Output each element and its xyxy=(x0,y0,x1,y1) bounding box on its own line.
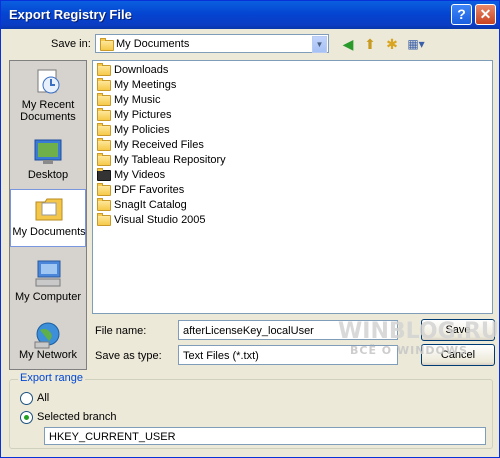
branch-input[interactable]: HKEY_CURRENT_USER xyxy=(44,427,486,445)
window-title: Export Registry File xyxy=(9,7,132,22)
back-icon[interactable]: ◀ xyxy=(339,35,357,53)
file-name: SnagIt Catalog xyxy=(114,199,187,211)
places-bar: My Recent Documents Desktop My Documents xyxy=(9,60,87,370)
chevron-down-icon[interactable]: ▼ xyxy=(312,36,327,53)
list-item[interactable]: My Meetings xyxy=(97,78,297,93)
list-item[interactable]: SnagIt Catalog xyxy=(97,198,297,213)
list-item[interactable]: My Tableau Repository xyxy=(97,153,297,168)
export-registry-dialog: Export Registry File ? ✕ Save in: My Doc… xyxy=(0,0,500,458)
folder-icon xyxy=(97,138,111,151)
file-name: My Meetings xyxy=(114,79,177,91)
folder-icon xyxy=(97,153,111,166)
save-as-type-value: Text Files (*.txt) xyxy=(183,350,259,362)
file-name: My Pictures xyxy=(114,109,172,121)
folder-icon xyxy=(97,78,111,91)
place-my-network[interactable]: My Network xyxy=(10,317,86,369)
save-in-label: Save in: xyxy=(51,38,91,50)
folder-icon xyxy=(97,63,111,76)
export-range-group: Export range All Selected branch HKEY_CU… xyxy=(9,372,493,449)
place-label: My Recent Documents xyxy=(20,99,76,123)
file-name: Downloads xyxy=(114,64,169,76)
my-network-icon xyxy=(34,322,60,349)
place-desktop[interactable]: Desktop xyxy=(10,133,86,183)
pictures-folder-icon xyxy=(97,108,111,121)
place-my-computer[interactable]: My Computer xyxy=(10,255,86,311)
watermark-subtitle: ВСЁ О WINDOWS xyxy=(350,344,468,357)
desktop-icon xyxy=(34,139,62,164)
list-item[interactable]: My Policies xyxy=(97,123,297,138)
folder-icon xyxy=(97,213,111,226)
list-item[interactable]: My Videos xyxy=(97,168,297,183)
list-item[interactable]: Visual Studio 2005 xyxy=(97,213,297,228)
list-item[interactable]: Downloads xyxy=(97,63,297,78)
file-name: My Tableau Repository xyxy=(114,154,226,166)
title-bar[interactable]: Export Registry File ? ✕ xyxy=(1,1,499,29)
file-name-value: afterLicenseKey_localUser xyxy=(183,325,314,337)
file-name: My Received Files xyxy=(114,139,204,151)
place-label: My Documents xyxy=(12,226,86,238)
list-item[interactable]: My Music xyxy=(97,93,297,108)
place-label: Desktop xyxy=(27,169,69,181)
my-documents-icon xyxy=(35,198,63,221)
branch-value: HKEY_CURRENT_USER xyxy=(49,431,176,443)
help-button[interactable]: ? xyxy=(451,4,472,25)
folder-icon xyxy=(97,198,111,211)
my-documents-small-icon xyxy=(100,38,114,51)
watermark-title: WINBLOG.RU xyxy=(338,319,499,344)
recent-documents-icon xyxy=(37,69,60,94)
file-name: PDF Favorites xyxy=(114,184,185,196)
selected-branch-label[interactable]: Selected branch xyxy=(37,411,117,423)
view-menu-icon[interactable]: ▦▾ xyxy=(404,35,428,53)
list-item[interactable]: My Pictures xyxy=(97,108,297,123)
list-item[interactable]: PDF Favorites xyxy=(97,183,297,198)
folder-icon xyxy=(97,123,111,136)
all-radio[interactable] xyxy=(20,392,33,405)
file-name-label: File name: xyxy=(95,325,147,337)
place-label: My Network xyxy=(18,349,78,361)
up-folder-icon[interactable]: ⬆ xyxy=(361,35,379,53)
folder-icon xyxy=(97,183,111,196)
place-label: My Computer xyxy=(14,291,82,303)
videos-folder-icon xyxy=(97,168,111,181)
place-my-recent-documents[interactable]: My Recent Documents xyxy=(10,63,86,125)
all-radio-label[interactable]: All xyxy=(37,392,49,404)
selected-branch-radio[interactable] xyxy=(20,411,33,424)
file-name: My Music xyxy=(114,94,161,106)
file-name: My Policies xyxy=(114,124,170,136)
list-item[interactable]: My Received Files xyxy=(97,138,297,153)
save-in-value: My Documents xyxy=(116,38,190,50)
file-list[interactable]: Downloads My Meetings My Music My Pictur… xyxy=(92,60,493,314)
place-my-documents[interactable]: My Documents xyxy=(10,189,86,247)
file-name: Visual Studio 2005 xyxy=(114,214,206,226)
my-computer-icon xyxy=(35,260,61,287)
export-range-legend: Export range xyxy=(18,372,85,384)
music-folder-icon xyxy=(97,93,111,106)
save-as-type-label: Save as type: xyxy=(95,350,162,362)
close-button[interactable]: ✕ xyxy=(475,4,496,25)
file-name: My Videos xyxy=(114,169,166,181)
new-folder-icon[interactable]: ✱ xyxy=(383,35,401,53)
save-in-dropdown[interactable]: My Documents ▼ xyxy=(95,34,329,53)
